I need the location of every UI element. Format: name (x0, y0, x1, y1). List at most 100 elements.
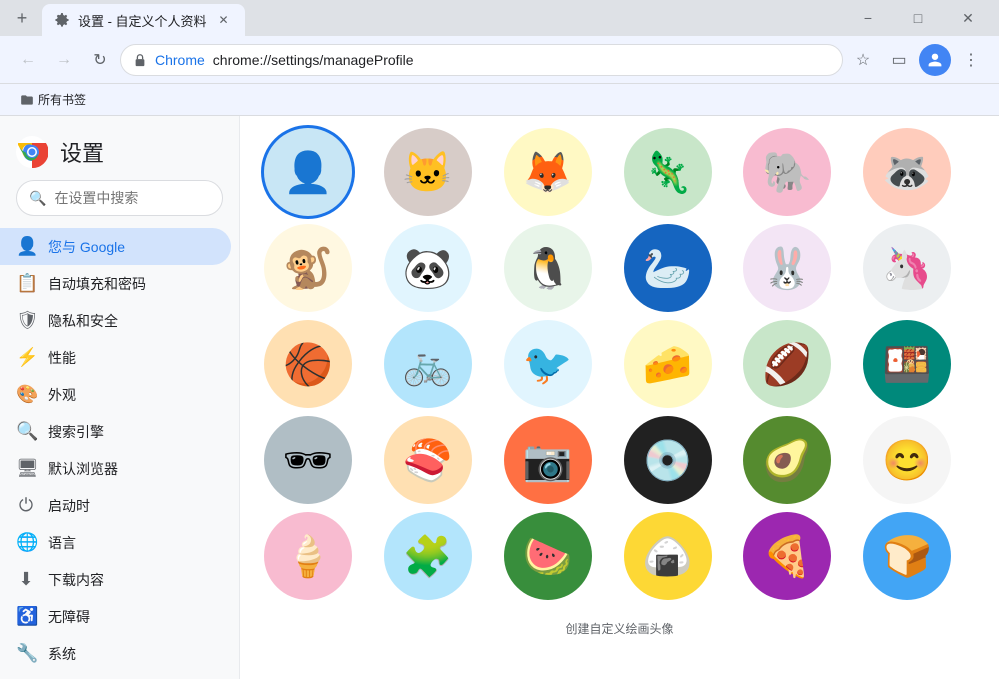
nav-icon-appearance: 🎨 (16, 384, 36, 405)
sidebar-header: 设置 (0, 116, 239, 180)
sidebar-item-browser[interactable]: 🖥 默认浏览器 (0, 450, 231, 487)
avatar-14[interactable]: 🚲 (384, 320, 472, 408)
titlebar-tabs: 设置 - 自定义个人资料 ✕ (42, 0, 845, 36)
tab-favicon-icon (54, 12, 70, 28)
nav-label-appearance: 外观 (48, 385, 76, 405)
settings-title: 设置 (60, 136, 104, 168)
avatar-15[interactable]: 🐦 (504, 320, 592, 408)
avatar-26[interactable]: 🧩 (384, 512, 472, 600)
sidebar-item-autofill[interactable]: 📋 自动填充和密码 (0, 265, 231, 302)
sidebar-item-privacy[interactable]: 🛡 隐私和安全 (0, 302, 231, 339)
bookmark-button[interactable]: ☆ (847, 44, 879, 76)
nav-label-accessibility: 无障碍 (48, 607, 90, 627)
avatar-10[interactable]: 🦢 (624, 224, 712, 312)
nav-label-language: 语言 (48, 533, 76, 553)
address-bar[interactable]: Chrome chrome://settings/manageProfile (120, 44, 843, 76)
chrome-label: Chrome (155, 52, 205, 68)
chrome-logo-icon (16, 136, 48, 168)
nav-items: 👤 您与 Google📋 自动填充和密码🛡 隐私和安全⚡ 性能🎨 外观🔍 搜索引… (0, 228, 239, 672)
nav-icon-search: 🔍 (16, 421, 36, 442)
avatar-1[interactable]: 👤 (264, 128, 352, 216)
folder-icon (20, 93, 34, 107)
avatar-grid: 👤 🐱 🦊 🦎 🐘 🦝 🐒 🐼 🐧 🦢 🐰 🦄 🏀 🚲 🐦 🧀 🏈 🍱 🕶 🍣 📷 💿 🥑 😊 🍦 🧩 🍉 🍙 🍕 🍞 (240, 116, 999, 612)
nav-icon-system: 🔧 (16, 643, 36, 664)
avatar-2[interactable]: 🐱 (384, 128, 472, 216)
bookmarks-folder-label: 所有书签 (38, 91, 86, 108)
nav-icon-autofill: 📋 (16, 273, 36, 294)
avatar-25[interactable]: 🍦 (264, 512, 352, 600)
profile-avatar (919, 44, 951, 76)
avatar-13[interactable]: 🏀 (264, 320, 352, 408)
avatar-18[interactable]: 🍱 (863, 320, 951, 408)
sidebar-item-download[interactable]: ⬇ 下载内容 (0, 561, 231, 598)
forward-button[interactable]: → (48, 44, 80, 76)
avatar-11[interactable]: 🐰 (743, 224, 831, 312)
search-bar-wrap: 🔍 (0, 180, 239, 228)
sidebar-item-search[interactable]: 🔍 搜索引擎 (0, 413, 231, 450)
profile-button[interactable] (919, 44, 951, 76)
nav-icon-browser: 🖥 (16, 458, 36, 479)
sidebar-toggle-button[interactable]: ▭ (883, 44, 915, 76)
address-url: chrome://settings/manageProfile (213, 52, 830, 68)
avatar-17[interactable]: 🏈 (743, 320, 831, 408)
chrome-menu-button[interactable]: ⋮ (955, 44, 987, 76)
bookmarks-folder[interactable]: 所有书签 (12, 87, 94, 112)
nav-label-download: 下载内容 (48, 570, 104, 590)
search-input[interactable] (54, 190, 235, 206)
avatar-5[interactable]: 🐘 (743, 128, 831, 216)
avatar-21[interactable]: 📷 (504, 416, 592, 504)
navbar: ← → ↻ Chrome chrome://settings/managePro… (0, 36, 999, 84)
nav-icon-language: 🌐 (16, 532, 36, 553)
nav-icon-google: 👤 (16, 236, 36, 257)
main-layout: 设置 🔍 👤 您与 Google📋 自动填充和密码🛡 隐私和安全⚡ 性能🎨 外观… (0, 116, 999, 679)
bottom-label: 创建自定义绘画头像 (240, 612, 999, 645)
sidebar-item-system[interactable]: 🔧 系统 (0, 635, 231, 672)
avatar-16[interactable]: 🧀 (624, 320, 712, 408)
active-tab[interactable]: 设置 - 自定义个人资料 ✕ (42, 4, 245, 36)
nav-label-privacy: 隐私和安全 (48, 311, 118, 331)
avatar-27[interactable]: 🍉 (504, 512, 592, 600)
avatar-23[interactable]: 🥑 (743, 416, 831, 504)
avatar-4[interactable]: 🦎 (624, 128, 712, 216)
security-icon (133, 53, 147, 67)
sidebar-item-accessibility[interactable]: ♿ 无障碍 (0, 598, 231, 635)
nav-icon-privacy: 🛡 (16, 310, 36, 331)
avatar-24[interactable]: 😊 (863, 416, 951, 504)
avatar-8[interactable]: 🐼 (384, 224, 472, 312)
avatar-30[interactable]: 🍞 (863, 512, 951, 600)
avatar-3[interactable]: 🦊 (504, 128, 592, 216)
nav-icon-performance: ⚡ (16, 347, 36, 368)
tab-close-button[interactable]: ✕ (215, 11, 233, 29)
back-button[interactable]: ← (12, 44, 44, 76)
avatar-22[interactable]: 💿 (624, 416, 712, 504)
window-controls: − □ ✕ (845, 2, 991, 34)
avatar-20[interactable]: 🍣 (384, 416, 472, 504)
sidebar-item-performance[interactable]: ⚡ 性能 (0, 339, 231, 376)
avatar-6[interactable]: 🦝 (863, 128, 951, 216)
close-button[interactable]: ✕ (945, 2, 991, 34)
sidebar-item-appearance[interactable]: 🎨 外观 (0, 376, 231, 413)
nav-label-browser: 默认浏览器 (48, 459, 118, 479)
avatar-19[interactable]: 🕶 (264, 416, 352, 504)
sidebar-item-google[interactable]: 👤 您与 Google (0, 228, 231, 265)
reload-button[interactable]: ↻ (84, 44, 116, 76)
avatar-29[interactable]: 🍕 (743, 512, 831, 600)
nav-icon-startup: ⏻ (16, 495, 36, 516)
nav-label-performance: 性能 (48, 348, 76, 368)
nav-icon-download: ⬇ (16, 569, 36, 590)
bookmarks-bar: 所有书签 (0, 84, 999, 116)
avatar-9[interactable]: 🐧 (504, 224, 592, 312)
nav-label-system: 系统 (48, 644, 76, 664)
nav-label-startup: 启动时 (48, 496, 90, 516)
new-tab-button[interactable]: + (8, 4, 36, 32)
sidebar-item-language[interactable]: 🌐 语言 (0, 524, 231, 561)
avatar-12[interactable]: 🦄 (863, 224, 951, 312)
search-bar[interactable]: 🔍 (16, 180, 223, 216)
avatar-28[interactable]: 🍙 (624, 512, 712, 600)
sidebar: 设置 🔍 👤 您与 Google📋 自动填充和密码🛡 隐私和安全⚡ 性能🎨 外观… (0, 116, 240, 679)
avatar-7[interactable]: 🐒 (264, 224, 352, 312)
minimize-button[interactable]: − (845, 2, 891, 34)
tab-title: 设置 - 自定义个人资料 (78, 11, 207, 30)
maximize-button[interactable]: □ (895, 2, 941, 34)
sidebar-item-startup[interactable]: ⏻ 启动时 (0, 487, 231, 524)
